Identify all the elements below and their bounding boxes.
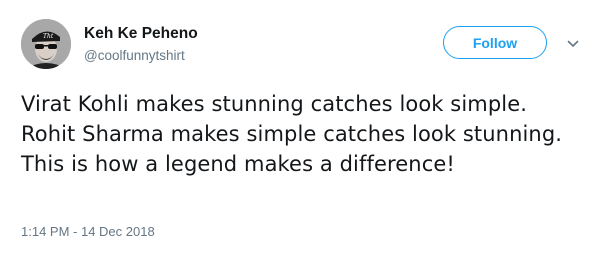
tweet-timestamp[interactable]: 1:14 PM - 14 Dec 2018 — [21, 224, 155, 239]
author-handle[interactable]: @coolfunnytshirt — [84, 48, 185, 63]
tweet-card: Tht Keh Ke Peheno @coolfunnytshirt Follo… — [0, 0, 600, 253]
author-name[interactable]: Keh Ke Peheno — [84, 25, 198, 43]
tweet-text: Virat Kohli makes stunning catches look … — [21, 92, 563, 176]
avatar[interactable]: Tht — [21, 19, 71, 69]
chevron-down-icon[interactable] — [565, 36, 581, 52]
svg-text:Tht: Tht — [43, 33, 54, 40]
profile-avatar-icon: Tht — [21, 19, 71, 69]
follow-button[interactable]: Follow — [443, 26, 547, 59]
